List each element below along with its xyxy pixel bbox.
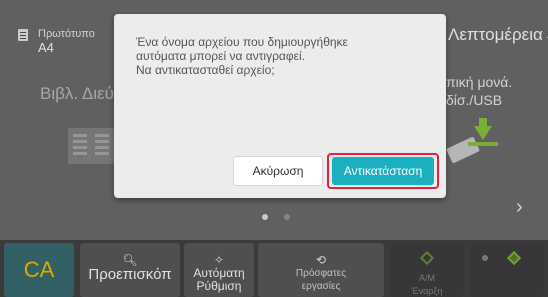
replace-button[interactable]: Αντικατάσταση (332, 157, 434, 185)
replace-file-dialog: Ένα όνομα αρχείου που δημιουργήθηκε αυτό… (114, 14, 446, 198)
dialog-message-line2: αυτόματα μπορεί να αντιγραφεί. (136, 49, 305, 63)
dialog-message: Ένα όνομα αρχείου που δημιουργήθηκε αυτό… (136, 35, 436, 77)
cancel-button[interactable]: Ακύρωση (233, 156, 323, 186)
dialog-message-line1: Ένα όνομα αρχείου που δημιουργήθηκε (136, 35, 348, 49)
dialog-message-line3: Να αντικατασταθεί αρχείο; (136, 63, 275, 77)
replace-button-highlight: Αντικατάσταση (327, 153, 439, 189)
